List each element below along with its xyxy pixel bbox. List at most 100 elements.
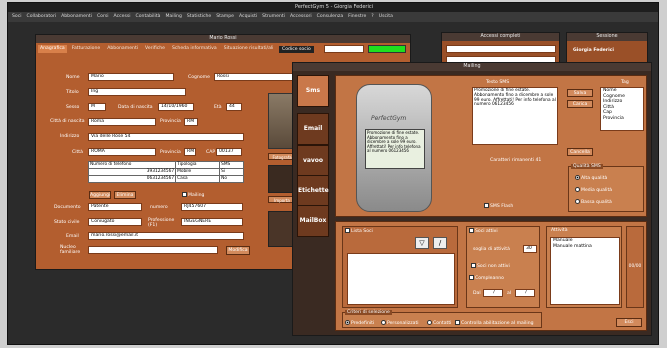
soci-list[interactable] (347, 253, 455, 305)
stato-civile-select[interactable]: Coniugato (88, 218, 142, 226)
accessi-select[interactable] (446, 45, 556, 53)
eta-field[interactable]: 44 (226, 103, 242, 111)
citta-nascita-field[interactable]: Roma (88, 118, 156, 126)
lista-soci-checkbox[interactable]: Lista Soci (345, 228, 373, 234)
radio-alta-icon (575, 175, 580, 180)
tab-2[interactable]: Abbonamenti (105, 45, 140, 53)
tab-0[interactable]: Anagrafica (38, 45, 67, 53)
radio-contatti-icon (427, 320, 432, 325)
prov-nascita-field[interactable]: RM (184, 118, 198, 126)
compleanno-checkbox[interactable]: Compleanno (469, 275, 504, 281)
tab-3[interactable]: Verifiche (143, 45, 167, 53)
tab-1[interactable]: Fatturazione (70, 45, 103, 53)
table-row[interactable]: 0631234567 Casa No (87, 175, 244, 183)
sms-flash-check-icon (484, 203, 489, 208)
sessione-title: Sessione (567, 33, 647, 41)
criteri-predefiniti[interactable]: Predefiniti (345, 320, 374, 326)
sms-textarea[interactable]: Promozione di fine estate. Abbonamento f… (472, 87, 558, 145)
edit-icon[interactable]: / (433, 237, 447, 249)
criteri-personalizzati[interactable]: Personalizzati (381, 320, 419, 326)
sms-panel: PerfectGym Promozione di fine estate. Ab… (335, 75, 647, 217)
qualita-alta[interactable]: Alta qualità (575, 175, 607, 181)
dal-field[interactable]: / (483, 289, 503, 297)
side-sms[interactable]: Sms (297, 75, 329, 107)
email-field[interactable]: mario.rossi@email.it (88, 232, 244, 240)
menu-item[interactable]: Collaboratori (27, 12, 57, 22)
filter-icon[interactable]: ▽ (415, 237, 429, 249)
esci-button[interactable]: Esci (616, 318, 642, 327)
menu-item[interactable]: Contabilità (136, 12, 161, 22)
soci-non-attivi-checkbox[interactable]: Soci non attivi (471, 263, 510, 269)
documento-select[interactable]: Patente (88, 203, 142, 211)
soci-attivi-checkbox[interactable]: ✓Soci attivi (469, 228, 498, 234)
table-row[interactable]: 3931234567 Mobile Si (87, 168, 244, 176)
nucleo-label: Nucleo familiare (60, 245, 81, 255)
indirizzo-field[interactable]: Via delle Rose 54 (88, 133, 244, 141)
recipients-panel: Lista Soci ▽ / ✓Soci attivi soglia di at… (335, 221, 647, 331)
menu-item[interactable]: Stampe (216, 12, 234, 22)
criteri-contatti[interactable]: Contatti (427, 320, 451, 326)
citta-field[interactable]: ROMA (88, 148, 156, 156)
menu-item[interactable]: Corsi (97, 12, 109, 22)
controlla-checkbox[interactable]: ✓Controlla abilitazione al mailing (455, 320, 534, 326)
attivita-group: Attività Manuale Manuale mattina (546, 226, 622, 308)
salva-button[interactable]: Salva (567, 89, 593, 97)
qualita-bassa-label: Bassa qualità (581, 200, 612, 205)
nucleo-field[interactable] (88, 246, 218, 254)
side-vavoo[interactable]: vavoo (297, 145, 329, 177)
aggiungi-button[interactable]: Aggiungi (89, 191, 111, 199)
side-etichette[interactable]: Etichette (297, 175, 329, 207)
cap-field[interactable]: 00137 (216, 148, 242, 156)
phone-table[interactable]: Numero di telefono Tipologia SMS 3931234567… (87, 161, 244, 183)
cognome-field[interactable]: Rossi (214, 73, 296, 81)
codice-socio-field[interactable] (324, 45, 364, 53)
indirizzo-label: Indirizzo (60, 134, 80, 139)
menu-item[interactable]: Abbonamenti (61, 12, 92, 22)
cognome-label: Cognome (188, 75, 210, 80)
professione-field[interactable]: INGEGNERE (181, 218, 243, 226)
menu-item[interactable]: Mailing (165, 12, 181, 22)
menu-item[interactable]: Uscita (379, 12, 393, 22)
phone-screen: Promozione di fine estate. Abbonamento f… (365, 129, 425, 169)
menu-bar: Soci Collaboratori Abbonamenti Corsi Accessi… (8, 12, 658, 22)
menu-item[interactable]: Consulenza (317, 12, 343, 22)
sesso-select[interactable]: M (88, 103, 106, 111)
nome-field[interactable]: Mario (88, 73, 174, 81)
tag-item[interactable]: Provincia (603, 116, 643, 122)
tab-4[interactable]: Scheda informativa (170, 45, 219, 53)
al-field[interactable]: / (515, 289, 535, 297)
nascita-field[interactable]: 14/10/1960 (158, 103, 194, 111)
menu-item[interactable]: Acquisti (239, 12, 257, 22)
list-item[interactable]: Manuale mattina (553, 244, 619, 250)
elimina-button[interactable]: Elimina (114, 191, 136, 199)
menu-item[interactable]: Statistiche (187, 12, 211, 22)
menu-item[interactable]: Accessori (290, 12, 312, 22)
soci-non-attivi-label: Soci non attivi (477, 264, 510, 269)
mailing-checkbox[interactable]: ✓Mailing (182, 192, 204, 198)
contatti-label: Contatti (433, 321, 452, 326)
numero-label: numero (150, 205, 168, 210)
qualita-media[interactable]: Media qualità (575, 187, 612, 193)
modifica-button[interactable]: Modifica (226, 246, 250, 255)
provincia-field[interactable]: RM (184, 148, 196, 156)
side-mailbox[interactable]: MailBox (297, 205, 329, 237)
qualita-bassa[interactable]: Bassa qualità (575, 199, 612, 205)
menu-item[interactable]: ? (371, 12, 373, 22)
soglia-field[interactable]: 30 (523, 245, 537, 253)
controlla-check-icon: ✓ (455, 320, 460, 326)
side-email[interactable]: Email (297, 113, 329, 145)
status-indicator (368, 45, 406, 53)
menu-item[interactable]: Strumenti (262, 12, 285, 22)
tag-list[interactable]: Nome Cognome Indirizzo Città Cap Provincia (600, 87, 644, 131)
titolo-select[interactable]: Ing (88, 88, 186, 96)
testo-sms-label: Testo SMS (486, 80, 510, 85)
menu-item[interactable]: Finestre (348, 12, 366, 22)
sms-flash-checkbox[interactable]: SMS Flash (484, 203, 513, 209)
menu-item[interactable]: Accessi (114, 12, 131, 22)
attivita-list[interactable]: Manuale Manuale mattina (550, 237, 620, 305)
menu-item[interactable]: Soci (12, 12, 22, 22)
numero-field[interactable]: RJ457607 (181, 203, 243, 211)
cancella-button[interactable]: Cancella (567, 148, 593, 156)
tab-5[interactable]: Situazione risultati/ali (222, 45, 276, 53)
carica-button[interactable]: Carica (567, 100, 593, 108)
